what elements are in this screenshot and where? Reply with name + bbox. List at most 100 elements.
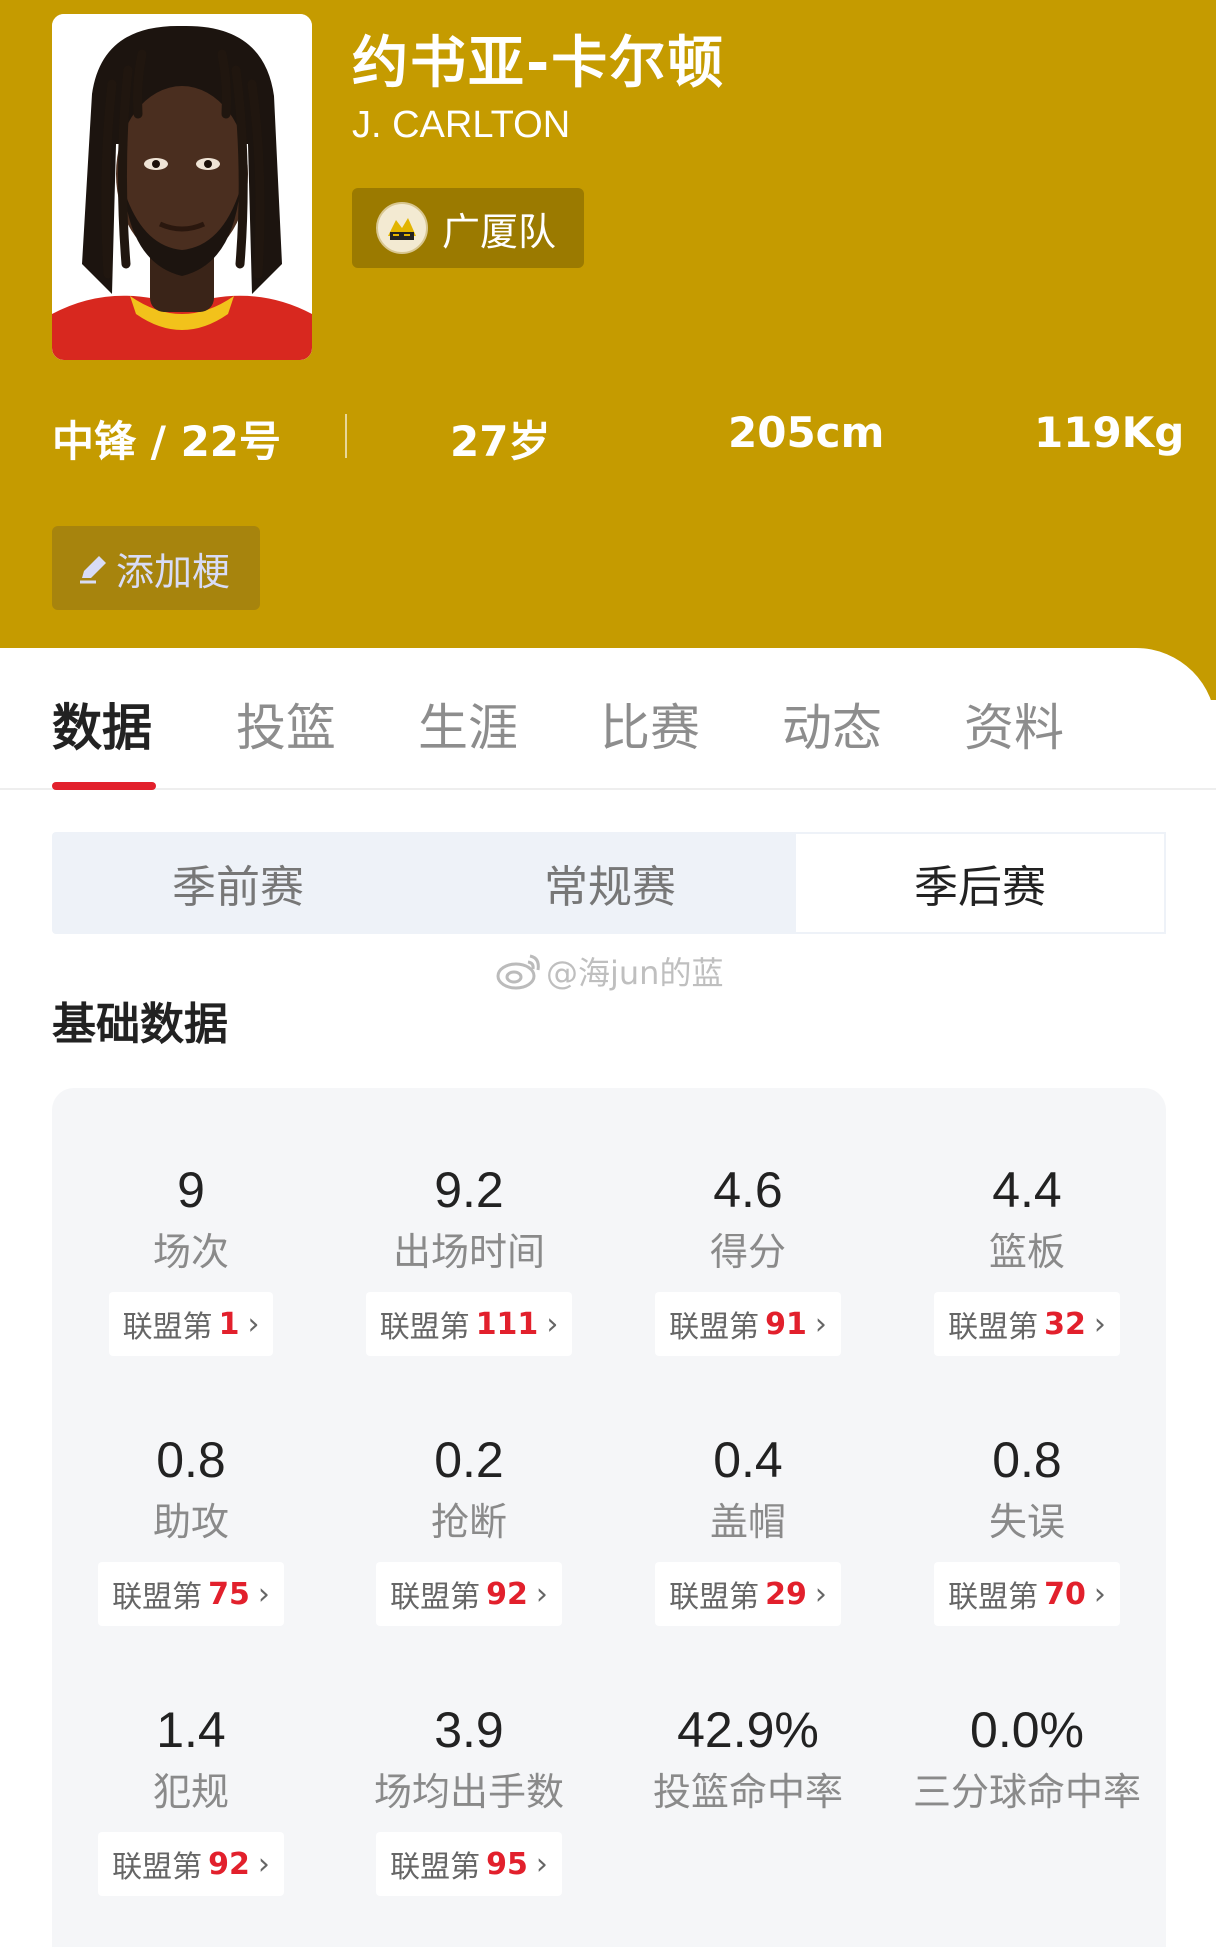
tab-career[interactable]: 生涯 [418, 688, 518, 760]
chevron-right-icon: › [257, 1846, 270, 1882]
league-rank-chip[interactable]: 联盟第 75 › [98, 1562, 284, 1626]
stat-value: 4.6 [713, 1162, 783, 1218]
stat-item: 3.9 场均出手数 联盟第 95 › [330, 1700, 608, 1896]
stat-item: 0.8 助攻 联盟第 75 › [52, 1430, 330, 1626]
league-rank-chip[interactable]: 联盟第 70 › [934, 1562, 1120, 1626]
position-number: 中锋 / 22号 [52, 417, 282, 466]
rank-number: 95 [486, 1846, 528, 1882]
player-photo [52, 14, 312, 360]
stat-label: 失误 [988, 1500, 1065, 1544]
stat-label: 场次 [152, 1230, 229, 1274]
chevron-right-icon: › [546, 1306, 559, 1342]
rank-prefix: 联盟第 [112, 1850, 203, 1885]
league-rank-chip[interactable]: 联盟第 32 › [934, 1292, 1120, 1356]
season-type-selector: 季前赛 常规赛 季后赛 [52, 832, 1166, 934]
tab-shooting[interactable]: 投篮 [236, 688, 336, 760]
stat-value: 4.4 [992, 1162, 1062, 1218]
stat-label: 场均出手数 [373, 1770, 564, 1814]
stat-item: 4.4 篮板 联盟第 32 › [888, 1160, 1166, 1356]
weibo-icon [496, 954, 540, 990]
season-regular[interactable]: 常规赛 [424, 832, 796, 934]
rank-prefix: 联盟第 [390, 1850, 481, 1885]
player-weight: 119Kg [1034, 408, 1185, 457]
rank-prefix: 联盟第 [669, 1310, 760, 1345]
league-rank-chip[interactable]: 联盟第 29 › [655, 1562, 841, 1626]
stats-card: 数据 投篮 生涯 比赛 动态 资料 季前赛 常规赛 季后赛 @海jun的蓝 基础… [0, 648, 1216, 1947]
chevron-right-icon: › [247, 1306, 260, 1342]
stat-item: 9.2 出场时间 联盟第 111 › [330, 1160, 608, 1356]
stat-label: 得分 [709, 1230, 786, 1274]
tab-games[interactable]: 比赛 [600, 688, 700, 760]
stat-item: 1.4 犯规 联盟第 92 › [52, 1700, 330, 1896]
player-name-en: J. CARLTON [352, 104, 571, 146]
league-rank-chip[interactable]: 联盟第 92 › [376, 1562, 562, 1626]
stat-label: 助攻 [152, 1500, 229, 1544]
stat-value: 9.2 [434, 1162, 504, 1218]
rank-prefix: 联盟第 [669, 1580, 760, 1615]
season-playoffs[interactable]: 季后赛 [794, 832, 1166, 934]
rank-prefix: 联盟第 [948, 1580, 1039, 1615]
season-preseason[interactable]: 季前赛 [52, 832, 424, 934]
chevron-right-icon: › [257, 1576, 270, 1612]
rank-prefix: 联盟第 [948, 1310, 1039, 1345]
league-rank-chip[interactable]: 联盟第 1 › [108, 1292, 274, 1356]
rank-prefix: 联盟第 [112, 1580, 203, 1615]
rank-number: 32 [1044, 1306, 1086, 1342]
stat-label: 抢断 [430, 1500, 507, 1544]
rank-prefix: 联盟第 [379, 1310, 470, 1345]
league-rank-chip[interactable]: 联盟第 92 › [98, 1832, 284, 1896]
chevron-right-icon: › [814, 1306, 827, 1342]
stat-item: 0.4 盖帽 联盟第 29 › [609, 1430, 887, 1626]
stat-label: 篮板 [988, 1230, 1065, 1274]
rank-number: 1 [218, 1306, 240, 1342]
tab-data[interactable]: 数据 [52, 688, 152, 760]
player-header: 约书亚-卡尔顿 J. CARLTON 广厦队 中锋 / 22号 27岁 205c… [0, 0, 1216, 700]
rank-number: 70 [1044, 1576, 1086, 1612]
info-divider [345, 414, 347, 458]
stat-value: 3.9 [434, 1702, 504, 1758]
stat-value: 0.8 [992, 1432, 1062, 1488]
add-meme-button[interactable]: 添加梗 [52, 526, 260, 610]
stat-item: 9 场次 联盟第 1 › [52, 1160, 330, 1356]
tab-bar: 数据 投篮 生涯 比赛 动态 资料 [0, 648, 1216, 790]
stats-grid: 9 场次 联盟第 1 › 9.2 出场时间 联盟第 111 › 4.6 得分 联盟第 91… [52, 1088, 1166, 1947]
stat-label: 投篮命中率 [652, 1770, 843, 1814]
stat-label: 犯规 [152, 1770, 229, 1814]
stat-item: 0.8 失误 联盟第 70 › [888, 1430, 1166, 1626]
watermark: @海jun的蓝 [496, 948, 723, 994]
rank-prefix: 联盟第 [390, 1580, 481, 1615]
stat-value: 0.8 [156, 1432, 226, 1488]
chevron-right-icon: › [1093, 1306, 1106, 1342]
rank-number: 91 [765, 1306, 807, 1342]
league-rank-chip[interactable]: 联盟第 111 › [365, 1292, 573, 1356]
chevron-right-icon: › [535, 1576, 548, 1612]
team-chip[interactable]: 广厦队 [352, 188, 584, 268]
stat-label: 出场时间 [392, 1230, 545, 1274]
chevron-right-icon: › [535, 1846, 548, 1882]
stat-value: 9 [177, 1162, 205, 1218]
stat-item: 4.6 得分 联盟第 91 › [609, 1160, 887, 1356]
player-info-row: 中锋 / 22号 27岁 205cm 119Kg [0, 400, 1216, 470]
team-name: 广厦队 [442, 209, 557, 254]
tab-profile[interactable]: 资料 [964, 688, 1064, 760]
rank-number: 75 [208, 1576, 250, 1612]
rank-number: 92 [208, 1846, 250, 1882]
league-rank-chip[interactable]: 联盟第 91 › [655, 1292, 841, 1356]
stat-value: 0.2 [434, 1432, 504, 1488]
tab-news[interactable]: 动态 [782, 688, 882, 760]
stat-label: 三分球命中率 [912, 1770, 1141, 1814]
watermark-text: @海jun的蓝 [546, 954, 724, 992]
player-height: 205cm [728, 408, 885, 457]
chevron-right-icon: › [1093, 1576, 1106, 1612]
player-avatar [52, 14, 312, 360]
rank-number: 111 [475, 1306, 539, 1342]
stat-value: 1.4 [156, 1702, 226, 1758]
chevron-right-icon: › [814, 1576, 827, 1612]
player-age: 27岁 [450, 417, 551, 466]
active-tab-indicator [52, 782, 156, 790]
league-rank-chip[interactable]: 联盟第 95 › [376, 1832, 562, 1896]
rank-prefix: 联盟第 [122, 1310, 213, 1345]
rank-number: 29 [765, 1576, 807, 1612]
rank-number: 92 [486, 1576, 528, 1612]
team-logo-icon [376, 202, 428, 254]
